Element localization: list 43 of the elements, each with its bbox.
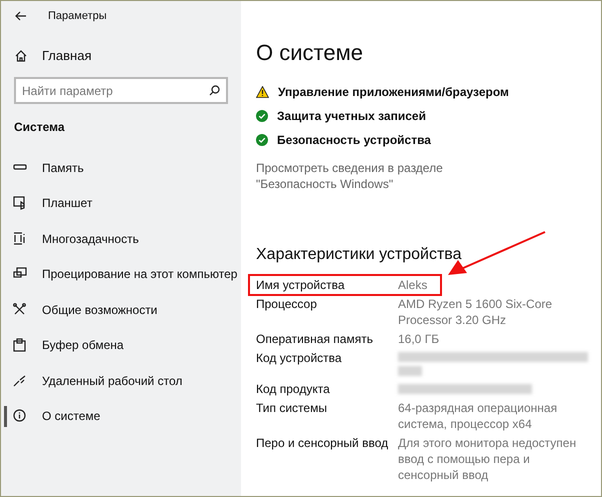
spec-value: 16,0 ГБ bbox=[398, 331, 440, 347]
security-info-text: Просмотреть сведения в разделе "Безопасность Windows" bbox=[256, 160, 444, 192]
home-link[interactable]: Главная bbox=[1, 45, 241, 67]
info-icon bbox=[13, 409, 27, 424]
sidebar-item[interactable]: Общие возможности bbox=[1, 292, 241, 328]
tablet-icon bbox=[13, 196, 27, 210]
sidebar-item[interactable]: Память bbox=[1, 150, 241, 186]
spec-label: Имя устройства bbox=[256, 277, 346, 293]
section-heading: Характеристики устройства bbox=[256, 245, 462, 265]
security-status: Безопасность устройства bbox=[277, 132, 431, 148]
spec-label: Код продукта bbox=[256, 381, 331, 397]
spec-value: Aleks bbox=[398, 277, 428, 293]
spec-value: Для этого монитора недоступен ввод с помощью пера и сенсорный ввод bbox=[398, 435, 578, 483]
check-icon bbox=[256, 134, 268, 146]
back-arrow-icon bbox=[15, 11, 27, 21]
search-icon bbox=[209, 85, 220, 96]
search-field[interactable]: Найти параметр bbox=[14, 77, 228, 104]
window-title: Параметры bbox=[48, 8, 107, 24]
accessibility-icon bbox=[13, 302, 27, 317]
spec-value: AMD Ryzen 5 1600 Six-Core Processor 3.20 GHz bbox=[398, 296, 554, 328]
security-status: Управление приложениями/браузером bbox=[278, 84, 509, 100]
warning-icon bbox=[256, 86, 269, 98]
spec-label: Процессор bbox=[256, 296, 318, 313]
sidebar-item[interactable]: Удаленный рабочий стол bbox=[1, 363, 241, 398]
sidebar-item[interactable]: Проецирование на этот компьютер bbox=[1, 256, 241, 292]
section-heading: Система bbox=[13, 119, 66, 136]
spec-label: Перо и сенсорный ввод bbox=[256, 435, 390, 452]
redacted-value bbox=[398, 366, 422, 376]
page-title: О системе bbox=[256, 39, 364, 67]
multitasking-icon bbox=[13, 232, 27, 246]
sidebar-item[interactable]: Планшет bbox=[1, 186, 241, 221]
sidebar-item[interactable]: Многозадачность bbox=[1, 221, 241, 256]
spec-label: Тип системы bbox=[256, 400, 328, 417]
sidebar-item[interactable]: О системе bbox=[1, 398, 241, 434]
home-icon bbox=[15, 50, 27, 62]
spec-label: Код устройства bbox=[256, 350, 343, 367]
spec-value: 64-разрядная операционная система, процессор x64 bbox=[398, 400, 558, 432]
check-icon bbox=[256, 110, 268, 122]
spec-label: Оперативная память bbox=[256, 331, 374, 347]
sidebar-item[interactable]: Буфер обмена bbox=[1, 328, 241, 363]
clipboard-icon bbox=[13, 338, 27, 352]
security-status: Защита учетных записей bbox=[277, 108, 426, 124]
remote-desktop-icon bbox=[13, 374, 27, 388]
